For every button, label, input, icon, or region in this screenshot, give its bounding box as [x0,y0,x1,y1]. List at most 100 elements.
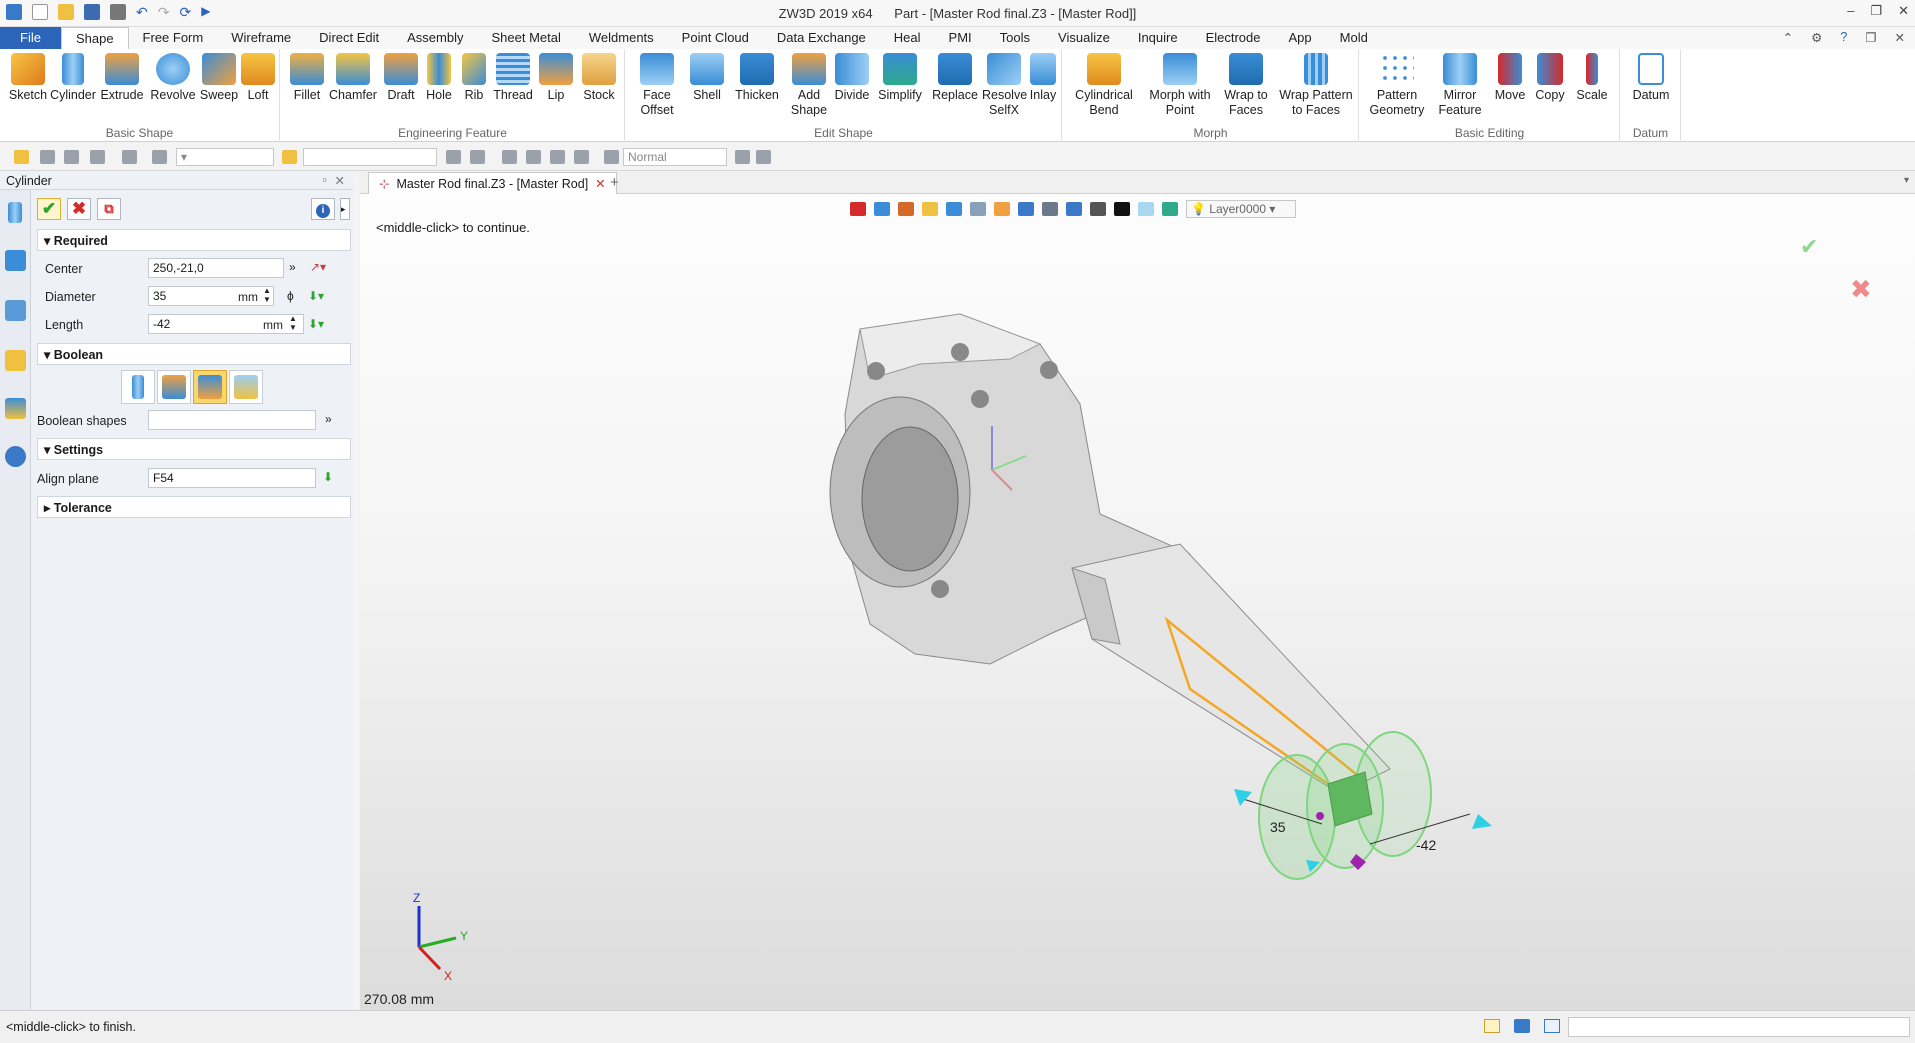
history-tab-icon[interactable] [5,250,26,271]
datum-button[interactable]: Datum [1627,53,1675,103]
loft-button[interactable]: Loft [240,53,276,103]
tab-mold[interactable]: Mold [1326,27,1382,49]
visual-tab-icon[interactable] [5,398,26,419]
morph-with-point-button[interactable]: Morph with Point [1143,53,1217,118]
center-field[interactable]: 250,-21,0 [148,258,284,278]
tab-data-exchange[interactable]: Data Exchange [763,27,880,49]
snap5-icon[interactable] [550,150,565,164]
hole-button[interactable]: Hole [421,53,457,103]
pattern-geometry-button[interactable]: Pattern Geometry [1364,53,1430,118]
center-expand-icon[interactable]: » [289,260,296,274]
snap2-icon[interactable] [470,150,485,164]
close-panel-icon[interactable]: ✕ [335,173,345,188]
feature-input-tab-icon[interactable] [8,202,22,223]
snap6-icon[interactable] [574,150,589,164]
resolve-selfx-button[interactable]: Resolve SelfX [982,53,1027,118]
tab-wireframe[interactable]: Wireframe [217,27,305,49]
boolean-shapes-expand-icon[interactable]: » [325,412,332,426]
cursor-icon[interactable] [735,150,750,164]
collapse-ribbon-icon[interactable]: ⌃ [1783,30,1793,45]
filter-combo[interactable]: ▾ [176,148,274,166]
tab-heal[interactable]: Heal [880,27,935,49]
pick-point-icon[interactable] [40,150,55,164]
tab-tools[interactable]: Tools [986,27,1044,49]
extrude-button[interactable]: Extrude [98,53,146,103]
length-handle[interactable] [1472,814,1492,829]
snap4-icon[interactable] [526,150,541,164]
restore-icon[interactable]: ❐ [1865,30,1876,45]
part-model[interactable]: 35 -42 Z Y X [360,194,1915,1010]
close-icon[interactable]: ✕ [1895,30,1905,45]
replace-button[interactable]: Replace [928,53,982,103]
pin-icon[interactable]: ⊹ [379,177,389,191]
tab-visualize[interactable]: Visualize [1044,27,1124,49]
length-spinner[interactable]: ▲ ▼ [289,314,297,332]
pick-line-icon[interactable] [64,150,79,164]
simplify-button[interactable]: Simplify [874,53,926,103]
pick-filter-icon[interactable] [14,150,29,164]
screen-icon[interactable] [1514,1019,1530,1033]
center-point[interactable] [1316,812,1324,820]
tab-sheet-metal[interactable]: Sheet Metal [478,27,575,49]
render-mode-combo[interactable]: Normal [623,148,727,166]
tab-assembly[interactable]: Assembly [393,27,477,49]
window-list-icon[interactable] [1544,1019,1560,1033]
restore-icon[interactable]: ❐ [1870,3,1882,19]
base-shape-button[interactable] [121,370,155,404]
tab-pmi[interactable]: PMI [935,27,986,49]
add-shape-button[interactable]: Add Shape [786,53,832,118]
inlay-button[interactable]: Inlay [1026,53,1060,103]
layout-icon[interactable] [1484,1019,1500,1033]
sweep-button[interactable]: Sweep [198,53,240,103]
chamfer-button[interactable]: Chamfer [327,53,379,103]
options-icon[interactable] [756,150,771,164]
wrap-pattern-to-faces-button[interactable]: Wrap Pattern to Faces [1275,53,1357,118]
shell-button[interactable]: Shell [684,53,730,103]
tab-electrode[interactable]: Electrode [1192,27,1275,49]
draft-button[interactable]: Draft [381,53,421,103]
scale-button[interactable]: Scale [1572,53,1612,103]
tab-shape[interactable]: Shape [60,27,129,49]
part-tab-icon[interactable] [5,350,26,371]
tab-direct-edit[interactable]: Direct Edit [305,27,393,49]
move-button[interactable]: Move [1490,53,1530,103]
close-icon[interactable]: ✕ [1898,3,1909,19]
align-plane-field[interactable]: F54 [148,468,316,488]
section-required[interactable]: ▾ Required [37,229,351,251]
length-measure-icon[interactable]: ⬇▾ [308,317,324,331]
stock-button[interactable]: Stock [577,53,621,103]
pin-icon[interactable]: ▫ [323,173,327,187]
filter-icon[interactable] [152,150,167,164]
diameter-handle[interactable] [1234,789,1252,806]
tab-list-icon[interactable]: ▾ [1904,175,1909,186]
tab-file[interactable]: File [0,27,61,49]
snap3-icon[interactable] [502,150,517,164]
thicken-button[interactable]: Thicken [730,53,784,103]
tab-free-form[interactable]: Free Form [129,27,218,49]
sketch-button[interactable]: Sketch [6,53,50,103]
apply-button[interactable]: ⧉ [97,198,121,220]
cylinder-button[interactable]: Cylinder [50,53,96,103]
ok-button[interactable]: ✔ [37,198,61,220]
assembly-tab-icon[interactable] [5,300,26,321]
wrap-to-faces-button[interactable]: Wrap to Faces [1221,53,1271,118]
remove-boolean-button[interactable] [193,370,227,404]
copy-button[interactable]: Copy [1530,53,1570,103]
rib-button[interactable]: Rib [457,53,491,103]
diameter-measure-icon[interactable]: ⬇▾ [308,289,324,303]
snap-icon[interactable] [446,150,461,164]
diameter-spinner[interactable]: ▲ ▼ [263,286,271,304]
pick-point-icon[interactable]: ↗▾ [310,260,326,274]
boolean-shapes-field[interactable] [148,410,316,430]
minimize-icon[interactable]: – [1847,3,1854,19]
add-boolean-button[interactable] [157,370,191,404]
tab-weldments[interactable]: Weldments [575,27,668,49]
command-input[interactable] [1568,1017,1910,1037]
document-tab[interactable]: ⊹ Master Rod final.Z3 - [Master Rod] ✕ [368,172,617,194]
section-settings[interactable]: ▾ Settings [37,438,351,460]
diameter-dimension[interactable]: 35 [1270,819,1286,835]
expand-panel-button[interactable]: ▸ [340,198,350,220]
length-dimension[interactable]: -42 [1416,837,1436,853]
thread-button[interactable]: Thread [491,53,535,103]
face-offset-button[interactable]: Face Offset [630,53,684,118]
